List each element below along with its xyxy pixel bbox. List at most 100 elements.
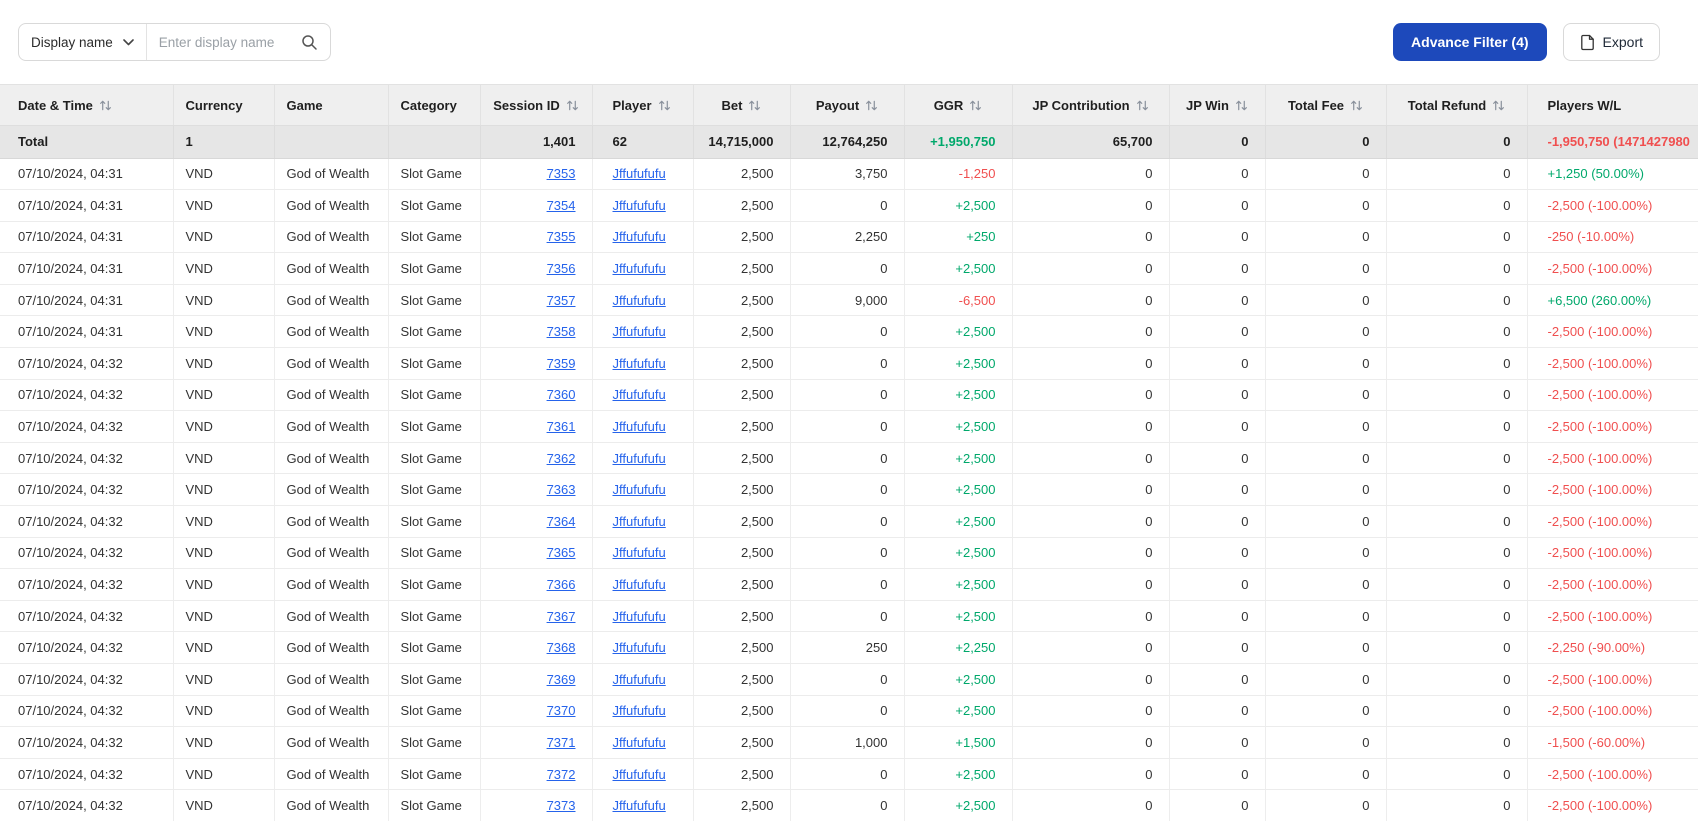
cell-value: 2,500 — [740, 513, 774, 529]
cell-jp_contribution: 0 — [1012, 410, 1170, 443]
cell-value: 07/10/2024, 04:32 — [18, 608, 123, 624]
col-header-ggr[interactable]: GGR — [904, 85, 1013, 126]
player-link[interactable]: Jffufufufu — [613, 166, 666, 181]
col-header-datetime[interactable]: Date & Time — [0, 85, 174, 126]
sort-icon[interactable] — [1136, 99, 1149, 112]
session-id-link[interactable]: 7363 — [547, 482, 576, 497]
cell-game: God of Wealth — [274, 726, 389, 759]
session-id-link[interactable]: 7366 — [547, 577, 576, 592]
cell-value: Slot Game — [400, 261, 462, 277]
cell-value: 0 — [1241, 482, 1249, 498]
session-id-link[interactable]: 7370 — [547, 703, 576, 718]
player-link[interactable]: Jffufufufu — [613, 577, 666, 592]
session-id-link[interactable]: 7369 — [547, 672, 576, 687]
col-header-bet[interactable]: Bet — [693, 85, 791, 126]
cell-value: 0 — [880, 482, 888, 498]
sort-icon[interactable] — [99, 99, 112, 112]
session-id-link[interactable]: 7367 — [547, 609, 576, 624]
session-id-link[interactable]: 7355 — [547, 229, 576, 244]
player-link[interactable]: Jffufufufu — [613, 387, 666, 402]
player-link[interactable]: Jffufufufu — [613, 514, 666, 529]
session-id-link[interactable]: 7361 — [547, 419, 576, 434]
advance-filter-button[interactable]: Advance Filter (4) — [1393, 23, 1547, 61]
player-link[interactable]: Jffufufufu — [613, 703, 666, 718]
session-id-link[interactable]: 7373 — [547, 798, 576, 813]
session-id-link[interactable]: 7365 — [547, 545, 576, 560]
cell-value: VND — [185, 355, 213, 371]
col-header-session_id[interactable]: Session ID — [480, 85, 593, 126]
cell-value: VND — [185, 703, 213, 719]
table-row: 07/10/2024, 04:32 VND God of Wealth Slot Ga… — [0, 505, 1698, 538]
session-id-link[interactable]: 7371 — [547, 735, 576, 750]
cell-value: 0 — [1362, 166, 1370, 182]
sort-icon[interactable] — [748, 99, 761, 112]
col-header-total_fee[interactable]: Total Fee — [1265, 85, 1387, 126]
col-header-player[interactable]: Player — [592, 85, 694, 126]
player-link[interactable]: Jffufufufu — [613, 545, 666, 560]
player-link[interactable]: Jffufufufu — [613, 261, 666, 276]
sort-icon[interactable] — [1492, 99, 1505, 112]
cell-total_refund: 0 — [1386, 284, 1528, 317]
player-link[interactable]: Jffufufufu — [613, 229, 666, 244]
player-link[interactable]: Jffufufufu — [613, 293, 666, 308]
cell-value: VND — [185, 229, 213, 245]
session-id-link[interactable]: 7353 — [547, 166, 576, 181]
session-id-link[interactable]: 7362 — [547, 451, 576, 466]
player-link[interactable]: Jffufufufu — [613, 640, 666, 655]
cell-value: 0 — [1145, 419, 1153, 435]
cell-payout: 1,000 — [790, 726, 905, 759]
export-button-label: Export — [1602, 34, 1643, 50]
player-link[interactable]: Jffufufufu — [613, 356, 666, 371]
cell-value: Slot Game — [400, 355, 462, 371]
sort-icon[interactable] — [865, 99, 878, 112]
session-id-link[interactable]: 7368 — [547, 640, 576, 655]
export-button[interactable]: Export — [1562, 23, 1660, 61]
player-link[interactable]: Jffufufufu — [613, 609, 666, 624]
cell-value: 0 — [880, 450, 888, 466]
session-id-link[interactable]: 7372 — [547, 767, 576, 782]
player-link[interactable]: Jffufufufu — [613, 672, 666, 687]
player-link[interactable]: Jffufufufu — [613, 798, 666, 813]
session-id-link[interactable]: 7360 — [547, 387, 576, 402]
display-name-dropdown[interactable]: Display name — [19, 24, 147, 60]
player-link[interactable]: Jffufufufu — [613, 324, 666, 339]
cell-bet: 2,500 — [693, 158, 791, 191]
cell-value: 0 — [1241, 545, 1249, 561]
player-link[interactable]: Jffufufufu — [613, 482, 666, 497]
cell-total_fee: 0 — [1265, 505, 1387, 538]
cell-value: Slot Game — [400, 419, 462, 435]
col-header-jp_win[interactable]: JP Win — [1169, 85, 1266, 126]
cell-currency: VND — [173, 631, 275, 664]
session-id-link[interactable]: 7359 — [547, 356, 576, 371]
cell-value: +2,500 — [955, 419, 996, 435]
session-id-link[interactable]: 7354 — [547, 198, 576, 213]
player-link[interactable]: Jffufufufu — [613, 767, 666, 782]
cell-value: Slot Game — [400, 734, 462, 750]
sort-icon[interactable] — [658, 99, 671, 112]
col-header-total_refund[interactable]: Total Refund — [1386, 85, 1528, 126]
sort-icon[interactable] — [969, 99, 982, 112]
cell-value: 07/10/2024, 04:32 — [18, 513, 123, 529]
session-id-link[interactable]: 7358 — [547, 324, 576, 339]
search-icon[interactable] — [299, 34, 330, 51]
player-link[interactable]: Jffufufufu — [613, 198, 666, 213]
col-header-payout[interactable]: Payout — [790, 85, 905, 126]
cell-total_refund: 0 — [1386, 663, 1528, 696]
col-header-jp_contribution[interactable]: JP Contribution — [1012, 85, 1170, 126]
cell-game: God of Wealth — [274, 505, 389, 538]
cell-payout: 0 — [790, 189, 905, 222]
player-link[interactable]: Jffufufufu — [613, 735, 666, 750]
sort-icon[interactable] — [1235, 99, 1248, 112]
sort-icon[interactable] — [566, 99, 579, 112]
session-id-link[interactable]: 7356 — [547, 261, 576, 276]
sort-icon[interactable] — [1350, 99, 1363, 112]
player-link[interactable]: Jffufufufu — [613, 451, 666, 466]
cell-value: 0 — [1503, 387, 1511, 403]
session-id-link[interactable]: 7364 — [547, 514, 576, 529]
display-name-search-input[interactable] — [146, 24, 299, 60]
session-id-link[interactable]: 7357 — [547, 293, 576, 308]
cell-currency: VND — [173, 789, 275, 821]
cell-player: Jffufufufu — [592, 442, 694, 475]
player-link[interactable]: Jffufufufu — [613, 419, 666, 434]
col-header-label: Total Fee — [1287, 97, 1345, 113]
